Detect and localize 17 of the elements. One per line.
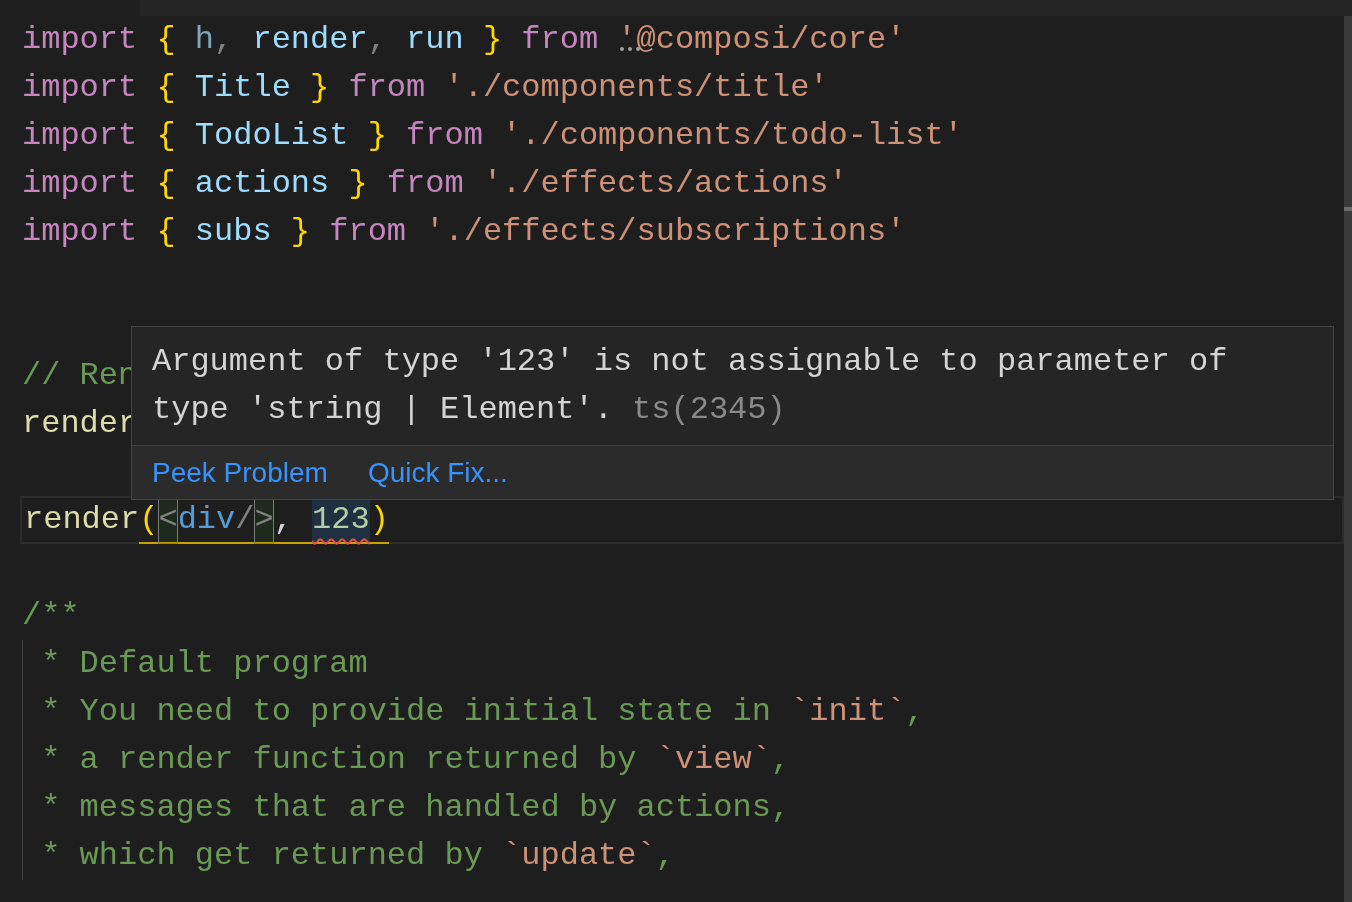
code-line: * Default program <box>22 640 368 688</box>
code-line: import { Title } from './components/title' <box>22 68 829 108</box>
code-line: import { TodoList } from './components/todo-list' <box>22 116 963 156</box>
scrollbar[interactable] <box>1344 16 1352 902</box>
code-line: import { h, render, run } from '@composi/core' <box>22 20 906 60</box>
code-line: render <box>22 404 138 444</box>
peek-problem-link[interactable]: Peek Problem <box>152 451 328 494</box>
code-line: * You need to provide initial state in `init`, <box>22 688 925 736</box>
code-line: import { subs } from './effects/subscriptions' <box>22 212 906 252</box>
code-line: /** <box>22 596 80 636</box>
code-line: * a render function returned by `view`, <box>22 736 791 784</box>
quick-fix-link[interactable]: Quick Fix... <box>367 451 508 494</box>
code-line: import { actions } from './effects/actions' <box>22 164 848 204</box>
code-line: * which get returned by `update`, <box>22 832 675 880</box>
scroll-marker <box>1344 207 1352 211</box>
error-message: Argument of type '123' is not assignable to parameter of type 'string | Element'. ts(2345) <box>151 342 1229 430</box>
code-line: * messages that are handled by actions, <box>22 784 791 832</box>
